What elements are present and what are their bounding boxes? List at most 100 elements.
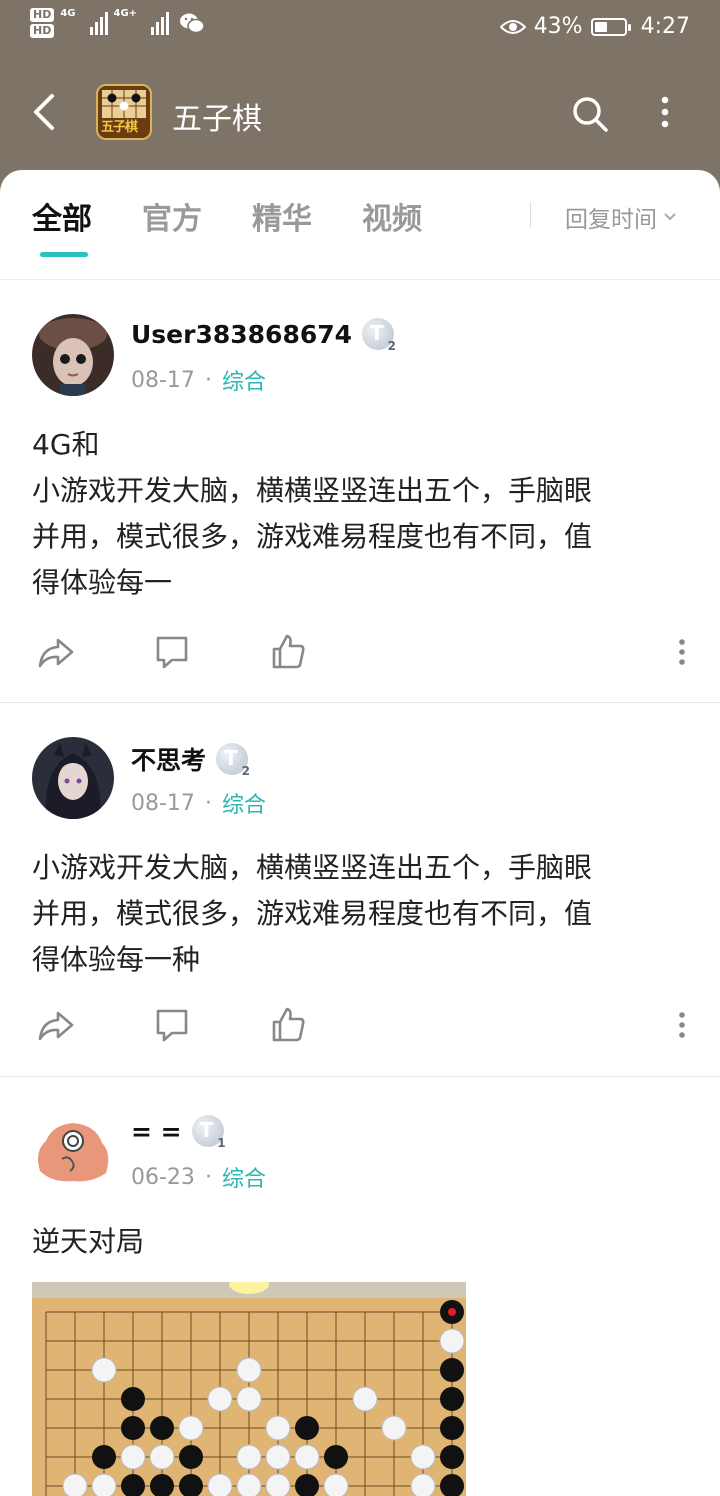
post-item[interactable]: = = T1 06-23 · 综合 逆天对局 — [0, 1077, 720, 1496]
white-stone — [91, 1357, 117, 1383]
page-title: 五子棋 — [172, 102, 262, 137]
post-item[interactable]: User383868674 T2 08-17 · 综合 4G和 小游戏开发大脑，… — [0, 280, 720, 703]
post-category[interactable]: 综合 — [222, 787, 266, 819]
tab-all[interactable]: 全部 — [32, 194, 92, 238]
app-bar: 五子棋 五子棋 — [0, 56, 720, 170]
white-stone — [236, 1444, 262, 1470]
level-number: 2 — [387, 339, 397, 353]
username[interactable]: 不思考 — [131, 741, 206, 777]
white-stone — [62, 1473, 88, 1496]
level-badge-icon: T2 — [216, 743, 250, 778]
white-stone — [207, 1473, 233, 1496]
tab-official[interactable]: 官方 — [142, 194, 202, 238]
post-more-icon[interactable] — [662, 632, 702, 672]
white-stone — [120, 1444, 146, 1470]
share-icon[interactable] — [36, 1005, 76, 1045]
comment-icon[interactable] — [152, 1005, 192, 1045]
black-stone — [440, 1416, 464, 1440]
content-card: 全部 官方 精华 视频 回复时间 User383868674 T2 08-17 … — [0, 170, 720, 1496]
comment-icon[interactable] — [152, 632, 192, 672]
black-stone — [440, 1445, 464, 1469]
active-tab-indicator — [40, 252, 88, 257]
like-icon[interactable] — [268, 632, 308, 672]
post-actions — [0, 632, 720, 676]
hd-indicator: HD HD — [30, 8, 55, 38]
post-item[interactable]: 不思考 T2 08-17 · 综合 小游戏开发大脑，横横竖竖连出五个，手脑眼 并… — [0, 703, 720, 1077]
post-username-row: = = T1 — [131, 1115, 226, 1150]
like-icon[interactable] — [268, 1005, 308, 1045]
white-stone — [294, 1444, 320, 1470]
tab-featured[interactable]: 精华 — [252, 194, 312, 238]
post-date: 08-17 — [131, 367, 195, 393]
white-stone — [236, 1473, 262, 1496]
avatar[interactable] — [32, 1111, 114, 1193]
gomoku-board-image — [32, 1282, 466, 1496]
black-stone — [295, 1416, 319, 1440]
black-stone — [440, 1358, 464, 1382]
battery-percent: 43% — [533, 14, 583, 39]
eye-comfort-icon — [499, 19, 526, 34]
post-image-gomoku-board[interactable] — [32, 1282, 466, 1496]
avatar[interactable] — [32, 314, 114, 396]
app-logo-text: 五子棋 — [101, 120, 138, 135]
post-more-icon[interactable] — [662, 1005, 702, 1045]
search-icon[interactable] — [570, 94, 610, 134]
signal-icon-2 — [151, 11, 170, 35]
white-stone — [207, 1386, 233, 1412]
post-meta: 06-23 · 综合 — [131, 1161, 266, 1193]
sort-divider — [530, 202, 531, 228]
post-date: 06-23 — [131, 1164, 195, 1190]
avatar[interactable] — [32, 737, 114, 819]
post-username-row: User383868674 T2 — [131, 318, 397, 353]
username[interactable]: = = — [131, 1117, 182, 1146]
white-stone — [236, 1357, 262, 1383]
sort-dropdown[interactable]: 回复时间 — [565, 200, 677, 234]
white-stone — [149, 1444, 175, 1470]
tab-video[interactable]: 视频 — [362, 194, 422, 238]
username[interactable]: User383868674 — [131, 320, 352, 349]
post-meta: 08-17 · 综合 — [131, 364, 266, 396]
white-stone — [236, 1386, 262, 1412]
post-body[interactable]: 小游戏开发大脑，横横竖竖连出五个，手脑眼 并用，模式很多，游戏难易程度也有不同，… — [32, 845, 692, 983]
post-category[interactable]: 综合 — [222, 1161, 266, 1193]
white-stone — [410, 1444, 436, 1470]
level-number: 1 — [217, 1136, 226, 1150]
back-arrow-icon[interactable] — [28, 92, 62, 132]
battery-icon — [590, 17, 631, 36]
white-stone — [323, 1473, 349, 1496]
tab-bar: 全部 官方 精华 视频 回复时间 — [0, 170, 720, 280]
white-stone — [410, 1473, 436, 1496]
share-icon[interactable] — [36, 632, 76, 672]
black-stone — [121, 1387, 145, 1411]
clock: 4:27 — [640, 14, 690, 39]
network-label-2: 4G+ — [113, 8, 138, 19]
hd-label-1: HD — [30, 8, 55, 22]
white-stone — [265, 1415, 291, 1441]
white-stone — [352, 1386, 378, 1412]
app-logo: 五子棋 — [96, 84, 152, 140]
white-stone — [265, 1444, 291, 1470]
chevron-down-icon — [664, 213, 676, 221]
sort-label: 回复时间 — [565, 207, 657, 233]
last-move-marker — [448, 1308, 456, 1316]
black-stone — [150, 1416, 174, 1440]
white-stone — [178, 1415, 204, 1441]
post-body[interactable]: 4G和 小游戏开发大脑，横横竖竖连出五个，手脑眼 并用，模式很多，游戏难易程度也… — [32, 422, 692, 606]
post-body[interactable]: 逆天对局 — [32, 1219, 692, 1265]
post-actions — [0, 1005, 720, 1049]
level-badge-icon: T1 — [191, 1115, 226, 1150]
network-label-1: 4G — [60, 8, 76, 19]
black-stone — [179, 1445, 203, 1469]
battery-fill — [594, 21, 607, 32]
more-vertical-icon[interactable] — [650, 94, 680, 134]
white-stone — [265, 1473, 291, 1496]
white-stone — [381, 1415, 407, 1441]
post-username-row: 不思考 T2 — [131, 741, 250, 778]
hd-label-2: HD — [30, 24, 55, 38]
white-stone — [439, 1328, 465, 1354]
post-category[interactable]: 综合 — [222, 364, 266, 396]
black-stone — [121, 1416, 145, 1440]
wechat-icon — [180, 13, 205, 34]
signal-icon — [89, 11, 108, 35]
black-stone — [92, 1445, 116, 1469]
